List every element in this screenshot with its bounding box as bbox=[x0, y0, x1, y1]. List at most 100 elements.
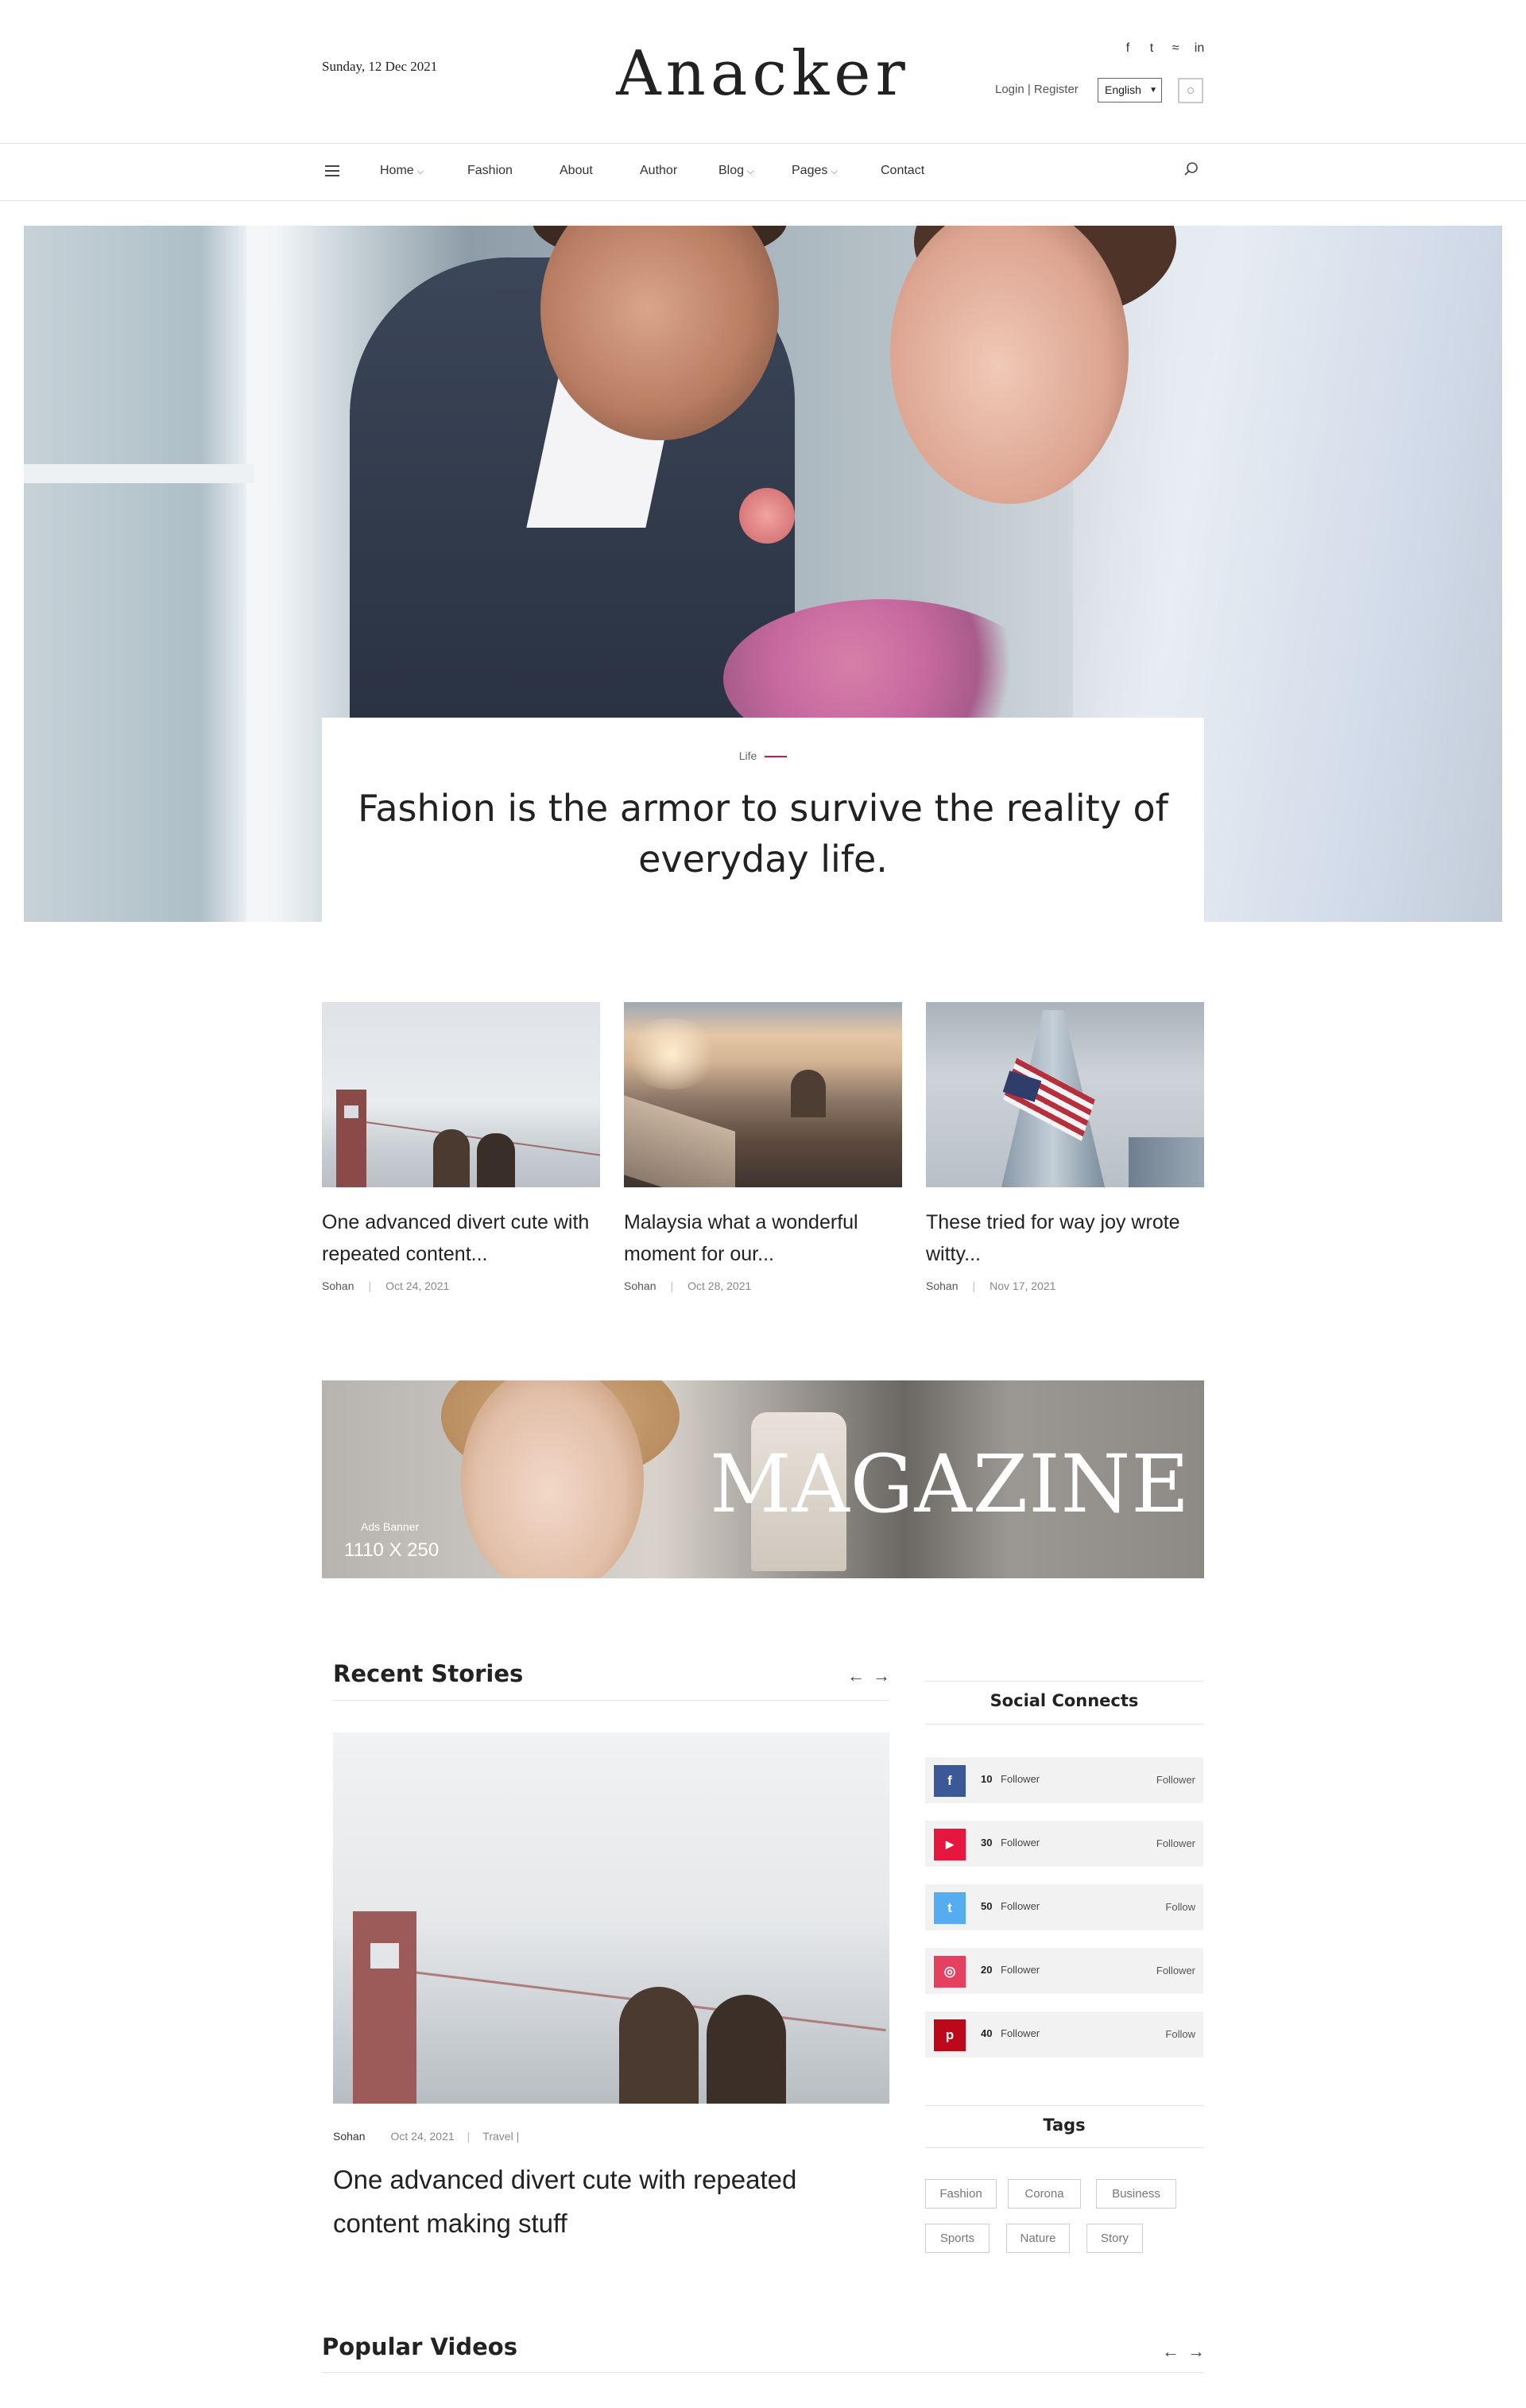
search-icon[interactable] bbox=[1183, 161, 1199, 177]
post-card-title[interactable]: One advanced divert cute with repeated c… bbox=[322, 1206, 600, 1270]
instagram-icon: ◎ bbox=[934, 1956, 966, 1988]
follow-action[interactable]: Follower bbox=[1156, 1965, 1195, 1976]
theme-toggle[interactable] bbox=[1178, 78, 1203, 103]
main-nav-bar bbox=[0, 143, 1526, 201]
post-card[interactable]: Malaysia what a wonderful moment for our… bbox=[624, 1002, 902, 1292]
follower-label: Follower bbox=[1001, 1837, 1040, 1849]
sidebar-divider bbox=[925, 2147, 1203, 2148]
popular-videos-nav: ←→ bbox=[1162, 2341, 1213, 2362]
social-row-twitter[interactable]: t 50 Follower Follow bbox=[925, 1884, 1203, 1930]
nav-item-about[interactable]: About bbox=[560, 164, 593, 178]
nav-item-fashion[interactable]: Fashion bbox=[467, 164, 513, 178]
nav-item-contact[interactable]: Contact bbox=[881, 164, 924, 178]
post-author[interactable]: Sohan bbox=[322, 1279, 354, 1292]
nav-item-pages[interactable]: Pages ⌵ bbox=[792, 164, 838, 178]
follower-count: 50 bbox=[981, 1900, 993, 1912]
story-category[interactable]: Travel | bbox=[482, 2130, 519, 2143]
linkedin-icon[interactable]: in bbox=[1194, 40, 1205, 57]
recent-stories-title: Recent Stories bbox=[333, 1660, 524, 1687]
nav-item-home[interactable]: Home ⌵ bbox=[380, 164, 424, 178]
ad-banner-label: Ads Banner bbox=[361, 1520, 420, 1533]
arrow-left-icon[interactable]: ← bbox=[847, 1666, 873, 1686]
post-card-meta: Sohan | Oct 24, 2021 bbox=[322, 1279, 450, 1292]
follower-label: Follower bbox=[1001, 1773, 1040, 1785]
recent-story-title[interactable]: One advanced divert cute with repeated c… bbox=[333, 2158, 889, 2245]
section-divider bbox=[333, 1700, 889, 1701]
youtube-icon: ▶ bbox=[934, 1829, 966, 1860]
social-row-pinterest[interactable]: p 40 Follower Follow bbox=[925, 2011, 1203, 2058]
post-card-meta: Sohan | Oct 28, 2021 bbox=[624, 1279, 752, 1292]
login-register-link[interactable]: Login | Register bbox=[995, 83, 1079, 96]
twitter-icon[interactable]: t bbox=[1146, 40, 1157, 57]
site-logo[interactable]: Anacker bbox=[0, 38, 1526, 110]
hero-caption-card: Life Fashion is the armor to survive the… bbox=[322, 718, 1204, 922]
tag-corona[interactable]: Corona bbox=[1008, 2179, 1081, 2209]
post-card-image[interactable] bbox=[926, 1002, 1204, 1187]
logo-text: Anacker bbox=[616, 38, 910, 110]
sidebar-divider bbox=[925, 2105, 1203, 2106]
follow-action[interactable]: Follower bbox=[1156, 1837, 1195, 1849]
chevron-down-icon: ▼ bbox=[1149, 86, 1157, 95]
language-select[interactable]: English ▼ bbox=[1098, 78, 1162, 103]
wifi-icon[interactable]: ≈ bbox=[1170, 40, 1181, 57]
social-row-instagram[interactable]: ◎ 20 Follower Follower bbox=[925, 1948, 1203, 1994]
follow-action[interactable]: Follow bbox=[1165, 2028, 1195, 2040]
ad-banner-size: 1110 X 250 bbox=[344, 1539, 440, 1561]
popular-videos-title: Popular Videos bbox=[322, 2333, 517, 2360]
facebook-icon[interactable]: f bbox=[1122, 40, 1133, 57]
post-card[interactable]: These tried for way joy wrote witty... S… bbox=[926, 1002, 1204, 1292]
post-author[interactable]: Sohan bbox=[624, 1279, 656, 1292]
nav-item-blog[interactable]: Blog ⌵ bbox=[718, 164, 753, 178]
twitter-icon: t bbox=[934, 1892, 966, 1924]
header-social-links: f t ≈ in bbox=[1122, 40, 1205, 57]
facebook-icon: f bbox=[934, 1765, 966, 1797]
ads-banner[interactable]: MAGAZINE Ads Banner 1110 X 250 bbox=[322, 1380, 1204, 1578]
follow-action[interactable]: Follow bbox=[1165, 1901, 1195, 1913]
post-card[interactable]: One advanced divert cute with repeated c… bbox=[322, 1002, 600, 1292]
post-card-meta: Sohan | Nov 17, 2021 bbox=[926, 1279, 1056, 1292]
tags-title: Tags bbox=[1043, 2116, 1086, 2135]
post-author[interactable]: Sohan bbox=[926, 1279, 958, 1292]
chevron-down-icon: ⌵ bbox=[831, 167, 838, 176]
tag-fashion[interactable]: Fashion bbox=[925, 2179, 997, 2209]
follower-count: 30 bbox=[981, 1837, 993, 1849]
accent-dash bbox=[765, 756, 788, 758]
pinterest-icon: p bbox=[934, 2019, 966, 2051]
tag-story[interactable]: Story bbox=[1086, 2224, 1143, 2253]
follower-label: Follower bbox=[1001, 2027, 1040, 2039]
section-divider bbox=[322, 2372, 1204, 2373]
follower-count: 40 bbox=[981, 2027, 993, 2039]
recent-story-meta: Sohan Oct 24, 2021 | Travel | bbox=[333, 2130, 520, 2143]
arrow-left-icon[interactable]: ← bbox=[1162, 2341, 1187, 2361]
arrow-right-icon[interactable]: → bbox=[873, 1666, 898, 1686]
follower-label: Follower bbox=[1001, 1900, 1040, 1912]
follower-count: 20 bbox=[981, 1964, 993, 1976]
post-card-image[interactable] bbox=[624, 1002, 902, 1187]
menu-icon[interactable] bbox=[325, 165, 339, 176]
nav-item-author[interactable]: Author bbox=[640, 164, 677, 178]
social-connects-title: Social Connects bbox=[990, 1691, 1139, 1710]
post-date: Nov 17, 2021 bbox=[990, 1279, 1056, 1292]
tag-nature[interactable]: Nature bbox=[1006, 2224, 1070, 2253]
social-row-youtube[interactable]: ▶ 30 Follower Follower bbox=[925, 1821, 1203, 1867]
arrow-right-icon[interactable]: → bbox=[1187, 2341, 1213, 2361]
language-value: English bbox=[1105, 83, 1141, 96]
follower-count: 10 bbox=[981, 1773, 993, 1785]
hero-title[interactable]: Fashion is the armor to survive the real… bbox=[354, 783, 1172, 885]
recent-story-image[interactable] bbox=[333, 1732, 889, 2104]
post-date: Oct 24, 2021 bbox=[385, 1279, 450, 1292]
chevron-down-icon: ⌵ bbox=[416, 167, 424, 176]
chevron-down-icon: ⌵ bbox=[747, 167, 754, 176]
post-card-title[interactable]: These tried for way joy wrote witty... bbox=[926, 1206, 1204, 1270]
toggle-knob bbox=[1187, 87, 1194, 94]
follow-action[interactable]: Follower bbox=[1156, 1774, 1195, 1786]
post-card-image[interactable] bbox=[322, 1002, 600, 1187]
social-row-facebook[interactable]: f 10 Follower Follower bbox=[925, 1757, 1203, 1803]
hero-category[interactable]: Life bbox=[322, 749, 1204, 762]
tag-business[interactable]: Business bbox=[1096, 2179, 1176, 2209]
tag-sports[interactable]: Sports bbox=[925, 2224, 990, 2253]
post-date: Oct 28, 2021 bbox=[687, 1279, 752, 1292]
sidebar-divider bbox=[925, 1724, 1203, 1725]
post-card-title[interactable]: Malaysia what a wonderful moment for our… bbox=[624, 1206, 902, 1270]
story-author[interactable]: Sohan bbox=[333, 2130, 365, 2143]
